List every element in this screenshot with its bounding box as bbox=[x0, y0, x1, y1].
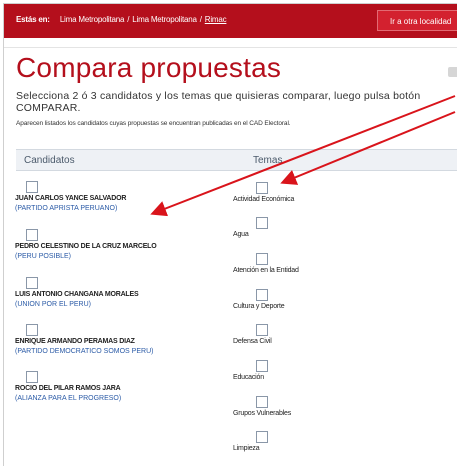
topics-column-header: Temas bbox=[253, 155, 283, 166]
candidate-checkbox[interactable] bbox=[26, 277, 38, 289]
go-other-location-button[interactable]: Ir a otra localidad bbox=[377, 10, 457, 31]
instructions-text: Selecciona 2 ó 3 candidatos y los temas … bbox=[16, 90, 421, 114]
candidate-name: ENRIQUE ARMANDO PERAMAS DIAZ bbox=[15, 338, 135, 345]
breadcrumb-label: Estás en: bbox=[16, 15, 50, 24]
topic-checkbox[interactable] bbox=[256, 324, 268, 336]
topic-checkbox[interactable] bbox=[256, 289, 268, 301]
topic-checkbox[interactable] bbox=[256, 217, 268, 229]
candidate-party: (PARTIDO APRISTA PERUANO) bbox=[15, 205, 118, 212]
topic-label: Educación bbox=[233, 374, 264, 381]
print-icon[interactable] bbox=[448, 67, 457, 77]
topic-checkbox[interactable] bbox=[256, 431, 268, 443]
candidate-checkbox[interactable] bbox=[26, 229, 38, 241]
topic-label: Defensa Civil bbox=[233, 338, 272, 345]
candidates-column-header: Candidatos bbox=[24, 155, 75, 166]
topic-label: Actividad Económica bbox=[233, 196, 295, 203]
topic-label: Limpieza bbox=[233, 445, 260, 452]
breadcrumb-item-2[interactable]: Lima Metropolitana bbox=[132, 15, 197, 24]
candidate-name: JUAN CARLOS YANCE SALVADOR bbox=[15, 195, 127, 202]
candidate-checkbox[interactable] bbox=[26, 324, 38, 336]
topic-label: Agua bbox=[233, 231, 249, 238]
candidate-checkbox[interactable] bbox=[26, 181, 38, 193]
candidate-party: (PERU POSIBLE) bbox=[15, 253, 72, 260]
topic-checkbox[interactable] bbox=[256, 253, 268, 265]
page-frame: Estás en: Lima Metropolitana / Lima Metrop… bbox=[3, 3, 457, 466]
top-bar: Estás en: Lima Metropolitana / Lima Metrop… bbox=[4, 4, 457, 38]
breadcrumb: Estás en: Lima Metropolitana / Lima Metrop… bbox=[16, 15, 227, 24]
candidate-name: LUIS ANTONIO CHANGANA MORALES bbox=[15, 291, 139, 298]
header-divider bbox=[4, 39, 457, 48]
topic-checkbox[interactable] bbox=[256, 360, 268, 372]
candidate-checkbox[interactable] bbox=[26, 371, 38, 383]
topic-label: Cultura y Deporte bbox=[233, 303, 285, 310]
candidate-party: (UNION POR EL PERU) bbox=[15, 301, 91, 308]
topic-checkbox[interactable] bbox=[256, 182, 268, 194]
columns-header: Candidatos Temas bbox=[16, 149, 457, 171]
candidate-party: (PARTIDO DEMOCRATICO SOMOS PERU) bbox=[15, 348, 154, 355]
candidate-name: ROCIO DEL PILAR RAMOS JARA bbox=[15, 385, 121, 392]
topic-checkbox[interactable] bbox=[256, 396, 268, 408]
candidate-name: PEDRO CELESTINO DE LA CRUZ MARCELO bbox=[15, 243, 157, 250]
listing-note: Aparecen listados los candidatos cuyas p… bbox=[16, 120, 291, 127]
topic-label: Grupos Vulnerables bbox=[233, 410, 292, 417]
page-title: Compara propuestas bbox=[16, 52, 282, 83]
breadcrumb-item-3[interactable]: Rimac bbox=[205, 15, 227, 24]
topic-label: Atención en la Entidad bbox=[233, 267, 299, 274]
breadcrumb-item-1[interactable]: Lima Metropolitana bbox=[60, 15, 125, 24]
candidate-party: (ALIANZA PARA EL PROGRESO) bbox=[15, 395, 122, 402]
